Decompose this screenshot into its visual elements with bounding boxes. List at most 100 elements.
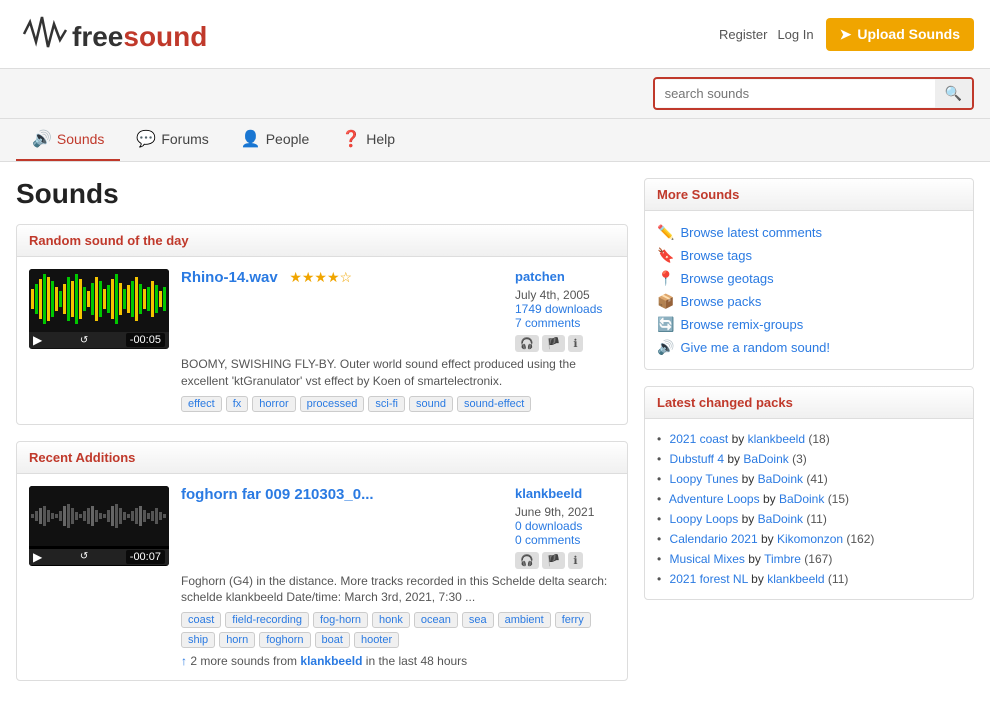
pack-user-link-7[interactable]: klankbeeld [767,572,824,586]
pack-user-link-3[interactable]: BaDoink [779,492,824,506]
tag-sea[interactable]: sea [462,612,494,628]
pack-user-link-1[interactable]: BaDoink [743,452,788,466]
latest-packs-header: Latest changed packs [645,387,973,419]
tag-effect[interactable]: effect [181,396,222,412]
recent-sound-comments[interactable]: 0 comments [515,533,580,547]
pack-user-link-2[interactable]: BaDoink [758,472,803,486]
nav-item-forums[interactable]: 💬 Forums [120,119,224,161]
random-sound-headphone-icon[interactable]: 🎧 [515,335,539,352]
pack-link-6[interactable]: Musical Mixes [670,552,745,566]
tag-processed[interactable]: processed [300,396,365,412]
browse-latest-comments-link[interactable]: Browse latest comments [680,225,822,240]
random-sound-action-icons: 🎧 🏴 ℹ [515,335,615,352]
pack-user-link-0[interactable]: klankbeeld [748,432,805,446]
recent-sound-downloads[interactable]: 0 downloads [515,519,582,533]
pack-by-0: by [732,432,745,446]
recent-sound-tags: coast field-recording fog-horn honk ocea… [181,612,615,648]
upload-label: Upload Sounds [857,26,960,42]
random-sound-comments[interactable]: 7 comments [515,316,580,330]
recent-sound-link[interactable]: foghorn far 009 210303_0... [181,486,374,503]
random-sound-title-area: Rhino-14.wav ★★★★☆ [181,269,352,286]
pack-by-7: by [751,572,764,586]
pack-user-link-5[interactable]: Kikomonzon [777,532,843,546]
tag-horror[interactable]: horror [252,396,295,412]
recent-sound-headphone-icon[interactable]: 🎧 [515,552,539,569]
pack-user-link-4[interactable]: BaDoink [758,512,803,526]
pack-link-1[interactable]: Dubstuff 4 [670,452,724,466]
pack-link-4[interactable]: Loopy Loops [670,512,739,526]
pencil-icon: ✏️ [657,224,674,241]
nav-item-sounds[interactable]: 🔊 Sounds [16,119,120,161]
recent-sound-username[interactable]: klankbeeld [515,486,615,501]
search-input[interactable] [655,80,935,107]
pack-item-5: Calendario 2021 by Kikomonzon (162) [657,529,961,549]
tag-ferry[interactable]: ferry [555,612,591,628]
search-button[interactable]: 🔍 [935,79,972,108]
recent-sound-flag-icon[interactable]: 🏴 [542,552,566,569]
recent-sound-waveform[interactable]: ▶ ↺ -00:07 [29,486,169,566]
tag-foghorn[interactable]: foghorn [259,632,310,648]
browse-tags-item: 🔖 Browse tags [657,244,961,267]
random-sound-username[interactable]: patchen [515,269,615,284]
tag-ocean[interactable]: ocean [414,612,458,628]
login-link[interactable]: Log In [777,27,813,42]
random-sound-play-button[interactable]: ▶ [33,333,42,347]
tag-hooter[interactable]: hooter [354,632,399,648]
header-right: Register Log In ➤ Upload Sounds [719,18,974,51]
browse-tags-link[interactable]: Browse tags [680,248,752,263]
recent-sound-loop-button[interactable]: ↺ [80,551,88,562]
random-sound-link-right[interactable]: Give me a random sound! [680,340,830,355]
pack-count-0: (18) [808,432,829,446]
tag-sci-fi[interactable]: sci-fi [368,396,405,412]
tag-field-recording[interactable]: field-recording [225,612,309,628]
nav-item-help[interactable]: ❓ Help [325,119,411,161]
tag-ambient[interactable]: ambient [498,612,551,628]
pack-link-2[interactable]: Loopy Tunes [670,472,739,486]
pack-link-7[interactable]: 2021 forest NL [670,572,748,586]
pack-link-3[interactable]: Adventure Loops [669,492,760,506]
recent-sound-info-icon[interactable]: ℹ [568,552,582,569]
pack-item-6: Musical Mixes by Timbre (167) [657,549,961,569]
tag-fog-horn[interactable]: fog-horn [313,612,368,628]
tag-honk[interactable]: honk [372,612,410,628]
random-sound-link[interactable]: Rhino-14.wav [181,269,278,286]
left-column: Sounds Random sound of the day [16,178,628,697]
tag-fx[interactable]: fx [226,396,249,412]
random-sound-panel-header: Random sound of the day [17,225,627,257]
recent-additions-body: ▶ ↺ -00:07 foghorn far 009 210303_0... [17,474,627,681]
tag-sound-effect[interactable]: sound-effect [457,396,531,412]
recent-additions-panel: Recent Additions [16,441,628,682]
sounds-nav-icon: 🔊 [32,129,52,149]
pack-count-5: (162) [846,532,874,546]
tag-boat[interactable]: boat [315,632,350,648]
browse-remix-link[interactable]: Browse remix-groups [680,317,803,332]
register-link[interactable]: Register [719,27,767,42]
more-user-link[interactable]: klankbeeld [300,654,362,668]
latest-packs-panel: Latest changed packs 2021 coast by klank… [644,386,974,600]
recent-sound-date: June 9th, 2021 [515,505,615,519]
pack-by-2: by [742,472,755,486]
nav-item-people[interactable]: 👤 People [225,119,326,161]
pack-link-0[interactable]: 2021 coast [670,432,729,446]
browse-packs-link[interactable]: Browse packs [680,294,761,309]
random-sound-flag-icon[interactable]: 🏴 [542,335,566,352]
random-sound-loop-button[interactable]: ↺ [80,335,88,346]
pack-item-4: Loopy Loops by BaDoink (11) [657,509,961,529]
browse-geotags-link[interactable]: Browse geotags [680,271,773,286]
pack-link-5[interactable]: Calendario 2021 [670,532,758,546]
location-icon: 📍 [657,270,674,287]
tag-horn[interactable]: horn [219,632,255,648]
more-text-suffix: in the last 48 hours [366,654,467,668]
tag-sound[interactable]: sound [409,396,453,412]
random-sound-waveform[interactable]: ▶ ↺ -00:05 [29,269,169,349]
recent-sound-play-button[interactable]: ▶ [33,550,42,564]
tag-coast[interactable]: coast [181,612,221,628]
pack-count-4: (11) [806,512,826,526]
logo[interactable]: freesound [16,8,236,60]
pack-user-link-6[interactable]: Timbre [764,552,801,566]
tag-ship[interactable]: ship [181,632,215,648]
random-sound-info-icon[interactable]: ℹ [568,335,582,352]
upload-button[interactable]: ➤ Upload Sounds [826,18,974,51]
random-sound-downloads[interactable]: 1749 downloads [515,302,602,316]
waveform-svg [29,269,169,329]
